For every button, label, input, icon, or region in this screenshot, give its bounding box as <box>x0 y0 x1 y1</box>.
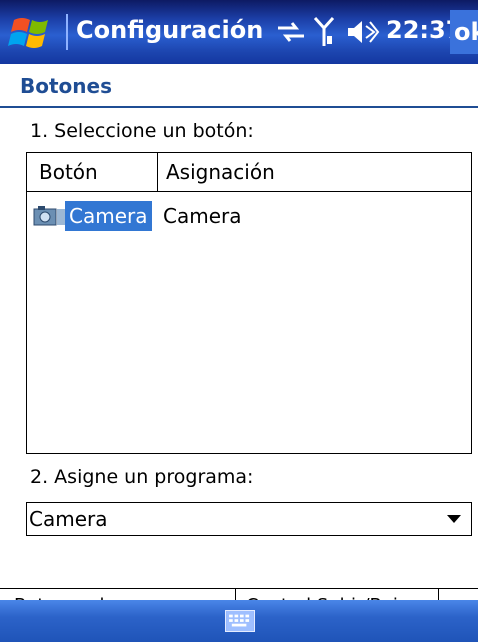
header-divider <box>0 106 478 108</box>
program-select[interactable]: Camera <box>26 502 472 536</box>
connectivity-icon[interactable] <box>276 18 306 46</box>
signal-icon[interactable] <box>314 16 334 48</box>
ok-button[interactable]: ok <box>450 10 478 54</box>
keyboard-icon[interactable] <box>225 610 255 632</box>
list-item-button-name[interactable]: Camera <box>65 201 152 231</box>
list-item-assignment: Camera <box>163 204 242 228</box>
soft-key-bar <box>0 600 478 642</box>
program-select-value: Camera <box>29 507 108 531</box>
column-header-boton[interactable]: Botón <box>27 153 158 191</box>
title-bar: Configuración 22:37 ok <box>0 0 478 64</box>
page-title: Botones <box>20 74 112 98</box>
windows-logo-icon[interactable] <box>8 12 58 52</box>
chevron-down-icon[interactable] <box>447 515 461 523</box>
title-separator <box>66 14 68 50</box>
step1-label: 1. Seleccione un botón: <box>30 120 254 142</box>
speaker-icon[interactable] <box>346 18 380 46</box>
list-item[interactable]: Camera Camera <box>27 201 471 231</box>
step2-label: 2. Asigne un programa: <box>30 466 254 488</box>
window-title: Configuración <box>76 16 264 44</box>
column-header-asignacion[interactable]: Asignación <box>158 153 471 191</box>
button-list[interactable]: Botón Asignación Camera Camera <box>26 152 472 454</box>
list-header: Botón Asignación <box>27 153 471 192</box>
